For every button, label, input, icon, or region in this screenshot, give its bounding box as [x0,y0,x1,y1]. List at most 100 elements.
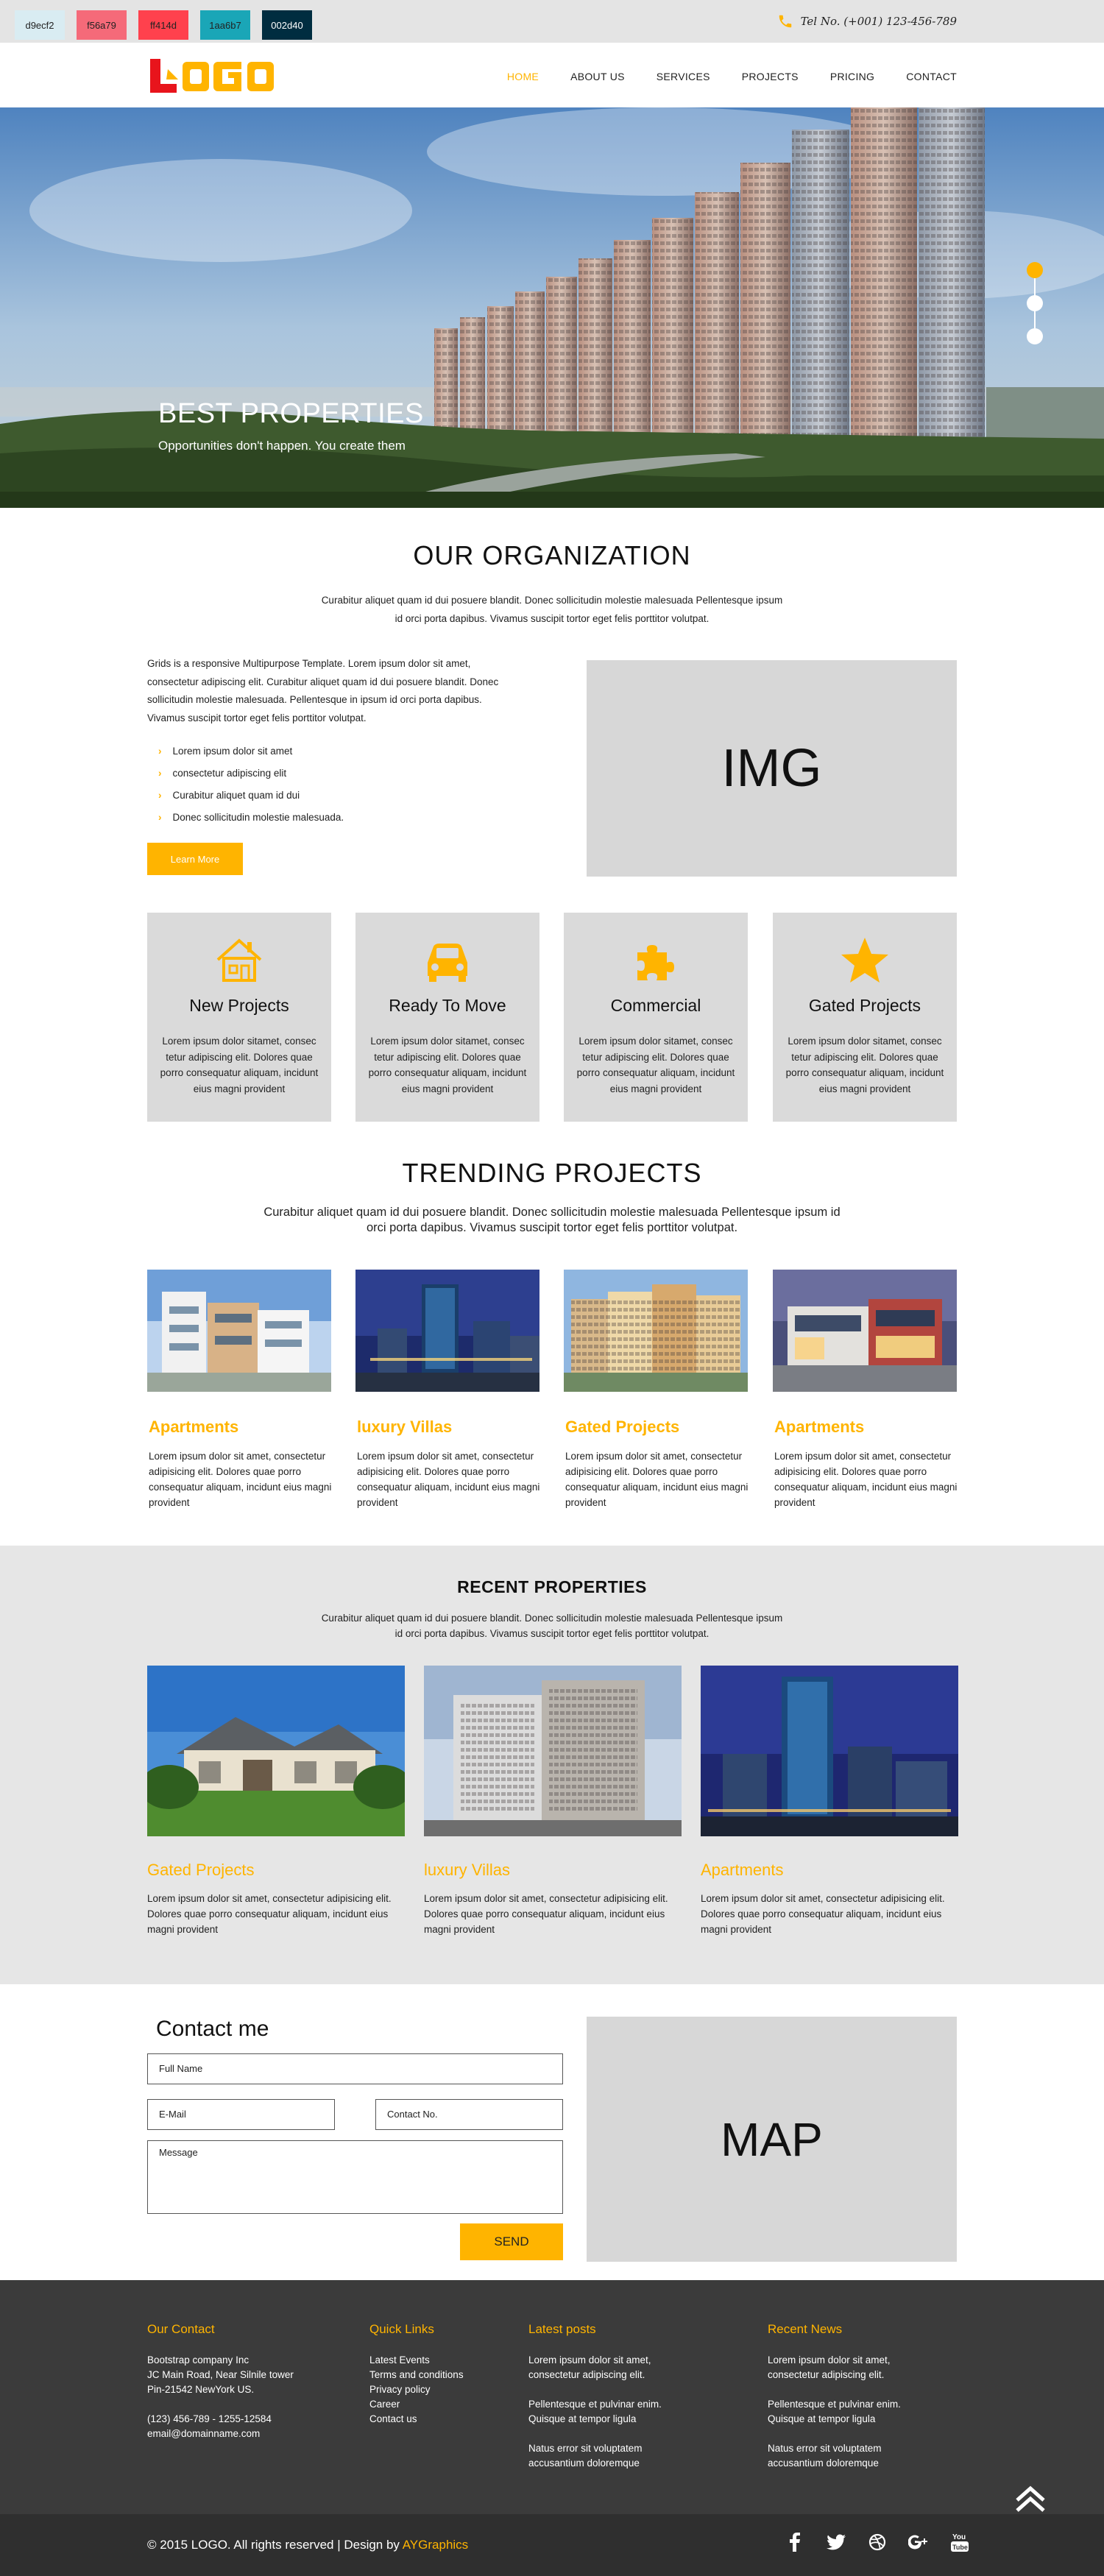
swatch-5[interactable]: 002d40 [262,10,312,40]
swatch-1[interactable]: d9ecf2 [15,10,65,40]
footer-heading: Quick Links [369,2322,434,2336]
footer-text: Bootstrap company Inc [147,2354,250,2366]
feature-text: Lorem ipsum dolor sitamet, consec tetur … [785,1036,944,1094]
designer-link[interactable]: AYGraphics [403,2538,468,2552]
feature-title: New Projects [189,996,289,1015]
trending-lead: Curabitur aliquet quam id dui posuere bl… [263,1206,841,1234]
hero-slider: BEST PROPERTIES Opportunities don't happ… [0,107,1104,508]
phone-text: Tel No. (+001) 123-456-789 [800,15,957,28]
property-image [424,1666,682,1836]
recent-card[interactable]: Apartments Lorem ipsum dolor sit amet, c… [701,1666,958,1937]
nav-home[interactable]: HOME [507,71,539,82]
feature-text: Lorem ipsum dolor sitamet, consec tetur … [368,1036,527,1094]
main-nav: HOME ABOUT US SERVICES PROJECTS PRICING … [475,71,957,82]
feature-card[interactable]: Ready To Move Lorem ipsum dolor sitamet,… [355,913,539,1122]
trending-item-title[interactable]: Apartments [774,1418,957,1437]
header: HOME ABOUT US SERVICES PROJECTS PRICING … [0,43,1104,107]
youtube-icon[interactable]: You Tube [949,2532,970,2552]
footer-heading: Latest posts [528,2322,596,2336]
email-field[interactable]: E-Mail [147,2099,335,2130]
recent-item-title[interactable]: luxury Villas [424,1861,682,1880]
property-image [355,1270,539,1392]
footer-post[interactable]: Natus error sit voluptatem accusantium d… [768,2441,930,2471]
recent-card[interactable]: Gated Projects Lorem ipsum dolor sit ame… [140,1666,412,1937]
full-name-field[interactable]: Full Name [147,2053,563,2084]
feature-card[interactable]: New Projects Lorem ipsum dolor sitamet, … [147,913,331,1122]
recent-item-title[interactable]: Gated Projects [147,1861,405,1880]
trending-item-text: Lorem ipsum dolor sit amet, consectetur … [774,1451,958,1508]
trending-card[interactable]: luxury Villas Lorem ipsum dolor sit amet… [355,1270,539,1510]
feature-title: Commercial [610,996,701,1015]
footer-text: Pin-21542 NewYork US. [147,2384,255,2395]
contact-number-field[interactable]: Contact No. [375,2099,563,2130]
trending-item-title[interactable]: Gated Projects [565,1418,748,1437]
star-icon [841,938,888,983]
scroll-top-icon[interactable] [1013,2484,1048,2513]
feature-card[interactable]: Commercial Lorem ipsum dolor sitamet, co… [564,913,748,1122]
slider-dot-1[interactable] [1027,262,1043,278]
list-item: › Lorem ipsum dolor sit amet [158,743,344,765]
learn-more-button[interactable]: Learn More [147,843,243,875]
nav-contact[interactable]: CONTACT [906,71,957,82]
swatch-3[interactable]: ff414d [138,10,188,40]
chevron-right-icon: › [158,768,162,779]
map-placeholder[interactable]: MAP [587,2017,957,2262]
organization-title: OUR ORGANIZATION [413,540,691,570]
nav-projects[interactable]: PROJECTS [742,71,799,82]
footer-post[interactable]: Natus error sit voluptatem accusantium d… [528,2441,690,2471]
copyright-text: © 2015 LOGO. All rights reserved | Desig… [147,2538,400,2552]
chevron-right-icon: › [158,812,162,823]
facebook-icon[interactable] [785,2532,805,2552]
recent-card[interactable]: luxury Villas Lorem ipsum dolor sit amet… [424,1666,682,1937]
social-links: You Tube [785,2532,970,2552]
footer-post[interactable]: Pellentesque et pulvinar enim. Quisque a… [768,2397,930,2427]
image-placeholder: IMG [587,660,957,877]
footer-link[interactable]: Latest Events [369,2353,464,2368]
message-field[interactable]: Message [147,2140,563,2214]
google-plus-icon[interactable] [908,2532,929,2552]
footer-link[interactable]: Privacy policy [369,2382,464,2397]
feature-title: Ready To Move [389,996,506,1015]
swatch-2[interactable]: f56a79 [77,10,127,40]
feature-title: Gated Projects [808,996,921,1015]
nav-services[interactable]: SERVICES [657,71,710,82]
feature-card[interactable]: Gated Projects Lorem ipsum dolor sitamet… [773,913,957,1122]
swatch-4[interactable]: 1aa6b7 [200,10,250,40]
send-button[interactable]: SEND [460,2223,563,2260]
property-image [147,1270,331,1392]
trending-item-title[interactable]: Apartments [149,1418,331,1437]
feature-text: Lorem ipsum dolor sitamet, consec tetur … [576,1036,735,1094]
recent-item-title[interactable]: Apartments [701,1861,958,1880]
trending-card[interactable]: Gated Projects Lorem ipsum dolor sit ame… [564,1270,748,1510]
trending-item-text: Lorem ipsum dolor sit amet, consectetur … [357,1451,540,1508]
page: d9ecf2 f56a79 ff414d 1aa6b7 002d40 Tel N… [0,0,1104,2576]
footer-link[interactable]: Contact us [369,2412,464,2427]
footer-heading: Our Contact [147,2322,215,2336]
footer-post[interactable]: Pellentesque et pulvinar enim. Quisque a… [528,2397,690,2427]
logo[interactable] [147,56,277,96]
twitter-icon[interactable] [826,2532,846,2552]
property-image [564,1270,748,1392]
footer-post[interactable]: Lorem ipsum dolor sit amet, consectetur … [768,2353,930,2382]
footer-email[interactable]: email@domainname.com [147,2427,294,2441]
house-icon [216,938,262,982]
chevron-right-icon: › [158,746,162,757]
slider-dot-3[interactable] [1027,328,1043,344]
dribbble-icon[interactable] [867,2532,888,2552]
footer-post[interactable]: Lorem ipsum dolor sit amet, consectetur … [528,2353,690,2382]
trending-card[interactable]: Apartments Lorem ipsum dolor sit amet, c… [147,1270,331,1510]
footer-link[interactable]: Terms and conditions [369,2368,464,2382]
copyright: © 2015 LOGO. All rights reserved | Desig… [147,2538,468,2552]
nav-pricing[interactable]: PRICING [830,71,874,82]
organization-body: Grids is a responsive Multipurpose Templ… [147,658,499,723]
trending-card[interactable]: Apartments Lorem ipsum dolor sit amet, c… [773,1270,957,1510]
hero-title: BEST PROPERTIES [158,398,424,429]
nav-about[interactable]: ABOUT US [570,71,625,82]
slider-dot-2[interactable] [1027,295,1043,311]
recent-title: RECENT PROPERTIES [457,1577,647,1596]
list-item: › Donec sollicitudin molestie malesuada. [158,809,344,831]
property-image [140,1666,412,1836]
recent-lead: Curabitur aliquet quam id dui posuere bl… [321,1613,783,1639]
trending-item-title[interactable]: luxury Villas [357,1418,539,1437]
footer-link[interactable]: Career [369,2397,464,2412]
